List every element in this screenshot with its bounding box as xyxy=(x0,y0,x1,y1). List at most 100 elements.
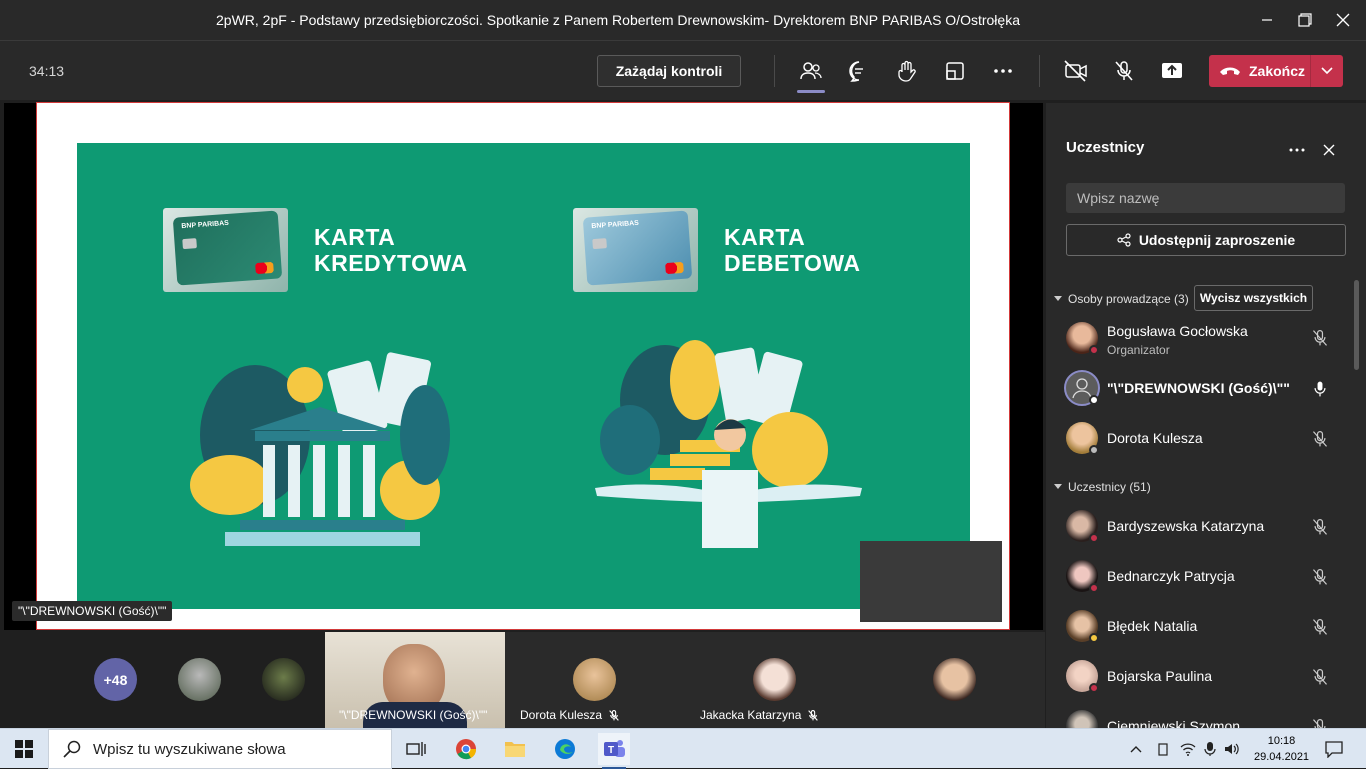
participant-role: Organizator xyxy=(1107,343,1170,357)
start-button[interactable] xyxy=(8,733,40,765)
status-badge xyxy=(1089,445,1099,455)
chrome-taskbar-button[interactable] xyxy=(450,733,482,765)
panel-scrollbar[interactable] xyxy=(1354,280,1359,370)
taskbar-search-input[interactable]: Wpisz tu wyszukiwane słowa xyxy=(48,729,392,769)
notification-icon xyxy=(1325,741,1343,758)
wifi-icon[interactable] xyxy=(1180,742,1196,756)
participant-row[interactable]: Bojarska Paulina xyxy=(1046,652,1366,702)
folder-icon xyxy=(505,742,525,757)
share-invite-button[interactable]: Udostępnij zaproszenie xyxy=(1066,224,1346,256)
mic-off-icon xyxy=(1312,619,1328,635)
savings-illustration xyxy=(595,340,862,548)
video-tile-kulesza[interactable]: Dorota Kulesza xyxy=(505,632,685,728)
camera-button[interactable] xyxy=(1060,55,1092,87)
more-actions-button[interactable] xyxy=(987,55,1019,87)
more-icon xyxy=(994,69,1012,73)
participant-row[interactable]: "\"DREWNOWSKI (Gość)\"" xyxy=(1046,364,1366,414)
participant-row[interactable]: Ciemniewski Szymon xyxy=(1046,702,1366,728)
clock-date: 29.04.2021 xyxy=(1254,751,1310,763)
close-icon[interactable] xyxy=(1323,144,1335,156)
self-video-preview[interactable] xyxy=(860,541,1002,622)
tile-name-text: Dorota Kulesza xyxy=(520,708,603,722)
restore-icon xyxy=(1298,13,1312,27)
end-call-button[interactable]: Zakończ xyxy=(1209,55,1343,87)
system-tray xyxy=(1130,729,1240,769)
presenters-section-header[interactable]: Osoby prowadzące (3) xyxy=(1054,292,1189,306)
card-brand-text: BNP PARIBAS xyxy=(181,219,230,231)
attendees-section-label: Uczestnicy (51) xyxy=(1068,480,1151,494)
minimize-icon xyxy=(1262,19,1272,21)
edge-taskbar-button[interactable] xyxy=(549,733,581,765)
participant-name: Dorota Kulesza xyxy=(1107,430,1203,446)
status-badge xyxy=(1089,345,1099,355)
camera-off-icon xyxy=(1064,60,1087,82)
participant-row[interactable]: Dorota Kulesza xyxy=(1046,414,1366,464)
participant-row[interactable]: Bogusława Gocłowska Organizator xyxy=(1046,314,1366,364)
hang-up-icon xyxy=(1220,67,1240,75)
request-control-button[interactable]: Zażądaj kontroli xyxy=(597,55,741,87)
panel-title: Uczestnicy xyxy=(1066,139,1145,156)
participant-name: Ciemniewski Szymon xyxy=(1107,718,1241,728)
chevron-up-icon[interactable] xyxy=(1130,745,1142,753)
window-title: 2pWR, 2pF - Podstawy przedsiębiorczości.… xyxy=(216,12,1020,28)
chevron-down-icon[interactable] xyxy=(1321,67,1333,75)
hand-icon xyxy=(898,60,916,82)
meeting-toolbar: 34:13 Zażądaj kontroli Zakończ xyxy=(0,40,1366,100)
security-icon[interactable] xyxy=(1156,742,1170,756)
raise-hand-button[interactable] xyxy=(891,55,923,87)
card-chip xyxy=(182,238,197,250)
participant-row[interactable]: Bednarczyk Patrycja xyxy=(1046,552,1366,602)
share-screen-button[interactable] xyxy=(1156,55,1188,87)
debit-card-label: KARTA DEBETOWA xyxy=(724,224,861,276)
edge-icon xyxy=(555,739,575,759)
teams-icon: T xyxy=(604,740,625,757)
mic-off-icon xyxy=(609,709,619,721)
overflow-participants-button[interactable]: +48 xyxy=(94,658,137,701)
participant-name: Bednarczyk Patrycja xyxy=(1107,568,1235,584)
tile-name: Dorota Kulesza xyxy=(520,708,620,722)
video-tile-participant[interactable] xyxy=(865,632,1045,728)
presenter-name-tag: "\"DREWNOWSKI (Gość)\"" xyxy=(12,601,173,621)
microphone-button[interactable] xyxy=(1108,55,1140,87)
participant-avatar[interactable] xyxy=(178,658,221,701)
share-screen-icon xyxy=(1162,63,1182,78)
mastercard-logo xyxy=(665,261,684,275)
task-view-button[interactable] xyxy=(400,733,432,765)
microphone-tray-icon[interactable] xyxy=(1204,741,1216,757)
debit-card-shape: BNP PARIBAS xyxy=(582,210,693,286)
share-icon xyxy=(1117,233,1131,247)
action-center-button[interactable] xyxy=(1318,733,1350,765)
search-input[interactable]: Wpisz nazwę xyxy=(1066,183,1345,213)
bank-illustration xyxy=(190,352,450,546)
participant-name: Bardyszewska Katarzyna xyxy=(1107,518,1265,534)
rooms-button[interactable] xyxy=(939,55,971,87)
call-timer: 34:13 xyxy=(29,63,65,79)
video-tile-drewnowski[interactable]: "\"DREWNOWSKI (Gość)\"" xyxy=(325,632,505,728)
taskbar-clock[interactable]: 10:18 29.04.2021 xyxy=(1254,733,1309,765)
active-indicator xyxy=(797,90,825,93)
tile-name-text: "\"DREWNOWSKI (Gość)\"" xyxy=(339,708,488,722)
close-window-button[interactable] xyxy=(1320,0,1366,40)
mic-off-icon xyxy=(1312,669,1328,685)
participant-row[interactable]: Błędek Natalia xyxy=(1046,602,1366,652)
attendees-section-header[interactable]: Uczestnicy (51) xyxy=(1054,480,1151,494)
volume-icon[interactable] xyxy=(1224,742,1240,756)
video-tile-jakacka[interactable]: Jakacka Katarzyna xyxy=(685,632,865,728)
participant-row[interactable]: Bardyszewska Katarzyna xyxy=(1046,502,1366,552)
participants-button[interactable] xyxy=(795,55,827,93)
svg-text:T: T xyxy=(608,745,614,756)
participant-name: Bojarska Paulina xyxy=(1107,668,1213,684)
caret-down-icon xyxy=(1054,296,1062,301)
search-icon xyxy=(63,740,81,758)
more-icon[interactable] xyxy=(1289,147,1305,153)
windows-taskbar: Wpisz tu wyszukiwane słowa T 10:18 29.04… xyxy=(0,728,1366,769)
teams-taskbar-button[interactable]: T xyxy=(598,733,630,769)
mute-all-button[interactable]: Wycisz wszystkich xyxy=(1194,285,1313,311)
taskbar-search-placeholder: Wpisz tu wyszukiwane słowa xyxy=(93,740,286,758)
tile-name: "\"DREWNOWSKI (Gość)\"" xyxy=(339,708,487,722)
status-badge xyxy=(1089,533,1099,543)
mic-off-icon xyxy=(808,709,819,721)
file-explorer-taskbar-button[interactable] xyxy=(499,733,531,765)
participant-avatar[interactable] xyxy=(262,658,305,701)
chat-button[interactable] xyxy=(843,55,875,87)
